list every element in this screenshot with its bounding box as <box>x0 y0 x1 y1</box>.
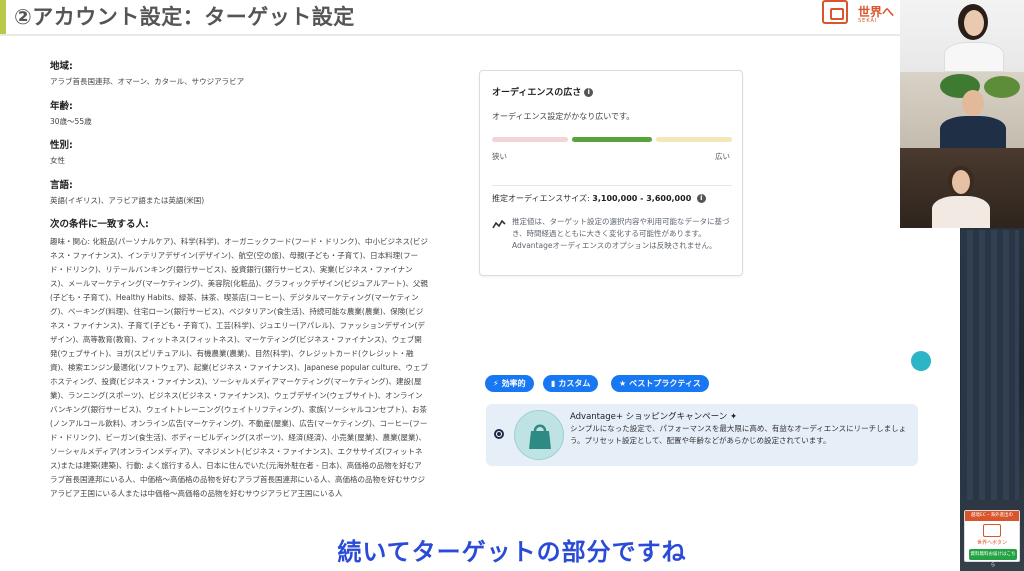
trend-chart-icon <box>492 219 506 229</box>
pill-efficient[interactable]: ⚡ 効率的 <box>485 375 534 392</box>
age-value: 30歳〜55歳 <box>50 116 92 126</box>
age-label: 年齢: <box>50 100 73 112</box>
audience-size: 推定オーディエンスサイズ: 3,100,000 - 3,600,000 i <box>492 193 706 204</box>
participant-2-body <box>940 116 1006 148</box>
title-divider <box>0 34 900 36</box>
video-subtitle: 続いてターゲットの部分ですね <box>337 538 687 566</box>
campaign-desc: シンプルになった設定で、パフォーマンスを最大限に高め、有益なオーディエンスにリー… <box>570 424 907 445</box>
pill-best-practices-label: ベストプラクティス <box>629 379 701 388</box>
audience-divider <box>492 185 732 186</box>
language-value: 英語(イギリス)、アラビア語または英語(米国) <box>50 195 205 205</box>
audience-title-text: オーディエンスの広さ <box>492 88 582 98</box>
audience-title: オーディエンスの広さ i <box>492 85 594 98</box>
meter-narrow-segment <box>492 137 568 142</box>
participant-video-1 <box>900 0 1024 72</box>
location-label: 地域: <box>50 61 73 72</box>
pointer-dot <box>911 351 931 371</box>
meter-active-segment <box>572 137 652 142</box>
audience-definition-card: オーディエンスの広さ i オーディエンス設定がかなり広いです。 狭い 広い 推定オ… <box>479 70 743 276</box>
title-accent-bar <box>0 0 6 34</box>
interests-label: 次の条件に一致する人: <box>50 219 149 230</box>
location-value: アラブ首長国連邦、オマーン、カタール、サウジアラビア <box>50 77 245 86</box>
targeting-details: 地域: アラブ首長国連邦、オマーン、カタール、サウジアラビア 年齢: 30歳〜5… <box>50 58 430 501</box>
language-label: 言語: <box>50 179 73 191</box>
participant-2-face <box>962 90 984 116</box>
participant-video-3 <box>900 148 1024 228</box>
logo-sub: SEKAI <box>858 18 878 24</box>
participant-3-face <box>952 170 970 194</box>
pill-custom-label: カスタム <box>558 379 591 388</box>
audience-size-label: 推定オーディエンスサイズ: <box>492 194 590 203</box>
pill-efficient-label: 効率的 <box>501 379 526 388</box>
star-icon: ★ <box>619 379 627 388</box>
campaign-option-card[interactable]: Advantage+ ショッピングキャンペーン ✦ シンプルになった設定で、パフ… <box>486 404 918 466</box>
bolt-icon: ⚡ <box>493 379 499 388</box>
audience-status: オーディエンス設定がかなり広いです。 <box>492 112 635 121</box>
gender-label: 性別: <box>50 140 73 151</box>
gender-value: 女性 <box>50 156 65 165</box>
size-info-icon[interactable]: i <box>696 194 706 203</box>
slide-header: ②アカウント設定：ターゲット設定 <box>0 0 900 34</box>
interests-value: 趣味・関心: 化粧品(パーソナルケア)、科学(科学)、オーガニックフード(フード… <box>50 237 428 498</box>
info-icon[interactable]: i <box>584 88 594 97</box>
audience-meter <box>492 137 732 142</box>
meter-narrow-label: 狭い <box>492 152 507 161</box>
pill-custom[interactable]: ▮ カスタム <box>543 375 599 392</box>
participant-3-body <box>932 196 990 228</box>
meter-broad-segment <box>656 137 732 142</box>
promo-top-text: 越境EC・海外進出の <box>965 511 1019 521</box>
pill-best-practices[interactable]: ★ ベストプラクティス <box>611 375 709 392</box>
campaign-radio[interactable] <box>494 429 504 439</box>
audience-size-value: 3,100,000 - 3,600,000 <box>592 194 692 203</box>
logo-mark-icon <box>822 0 848 24</box>
participant-1-body <box>944 42 1004 72</box>
participant-video-2 <box>900 72 1024 148</box>
brand-logo: 世界へ SEKAI <box>822 0 900 26</box>
bar-chart-icon: ▮ <box>551 379 556 388</box>
participant-1-face <box>964 10 984 36</box>
sparkle-icon: ✦ <box>729 412 738 422</box>
slide-title: ②アカウント設定：ターゲット設定 <box>14 5 355 29</box>
building-facade-decor <box>961 230 1019 500</box>
campaign-title: Advantage+ ショッピングキャンペーン ✦ <box>570 410 737 422</box>
audience-note: 推定値は、ターゲット設定の選択内容や利用可能なデータに基づき、時間経過とともに大… <box>512 217 730 250</box>
campaign-title-text: Advantage+ ショッピングキャンペーン <box>570 412 728 422</box>
plant-decor-2 <box>984 76 1020 98</box>
video-frame: ②アカウント設定：ターゲット設定 世界へ SEKAI 地域: アラブ首長国連邦、… <box>0 0 1024 571</box>
shopping-bag-icon <box>514 410 564 460</box>
meter-broad-label: 広い <box>715 152 730 161</box>
